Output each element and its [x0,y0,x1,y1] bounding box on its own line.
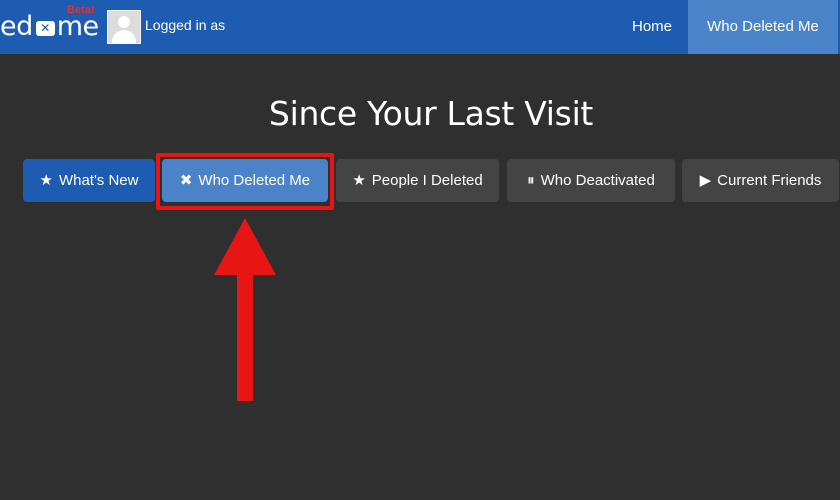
nav-who-deleted-me-link[interactable]: Who Deleted Me [688,0,838,54]
logo[interactable]: ed ✕ me Beta! [0,4,99,46]
logo-x-icon: ✕ [35,20,55,36]
logo-text-left: ed [0,11,33,42]
beta-badge: Beta! [67,4,95,16]
annotation-highlight-box [156,153,334,210]
tab-label: What's New [58,172,139,189]
tab-whats-new[interactable]: ★ What's New [23,159,155,202]
star-icon: ★ [352,172,366,189]
avatar-body-shape [112,30,136,43]
tab-label: People I Deleted [371,172,483,189]
pause-icon: ⏸ [527,172,535,189]
annotation-arrow-icon [214,218,276,401]
tab-people-i-deleted[interactable]: ★ People I Deleted [336,159,499,202]
star-icon: ★ [39,172,53,189]
nav-home-link[interactable]: Home [617,0,687,54]
logged-in-label: Logged in as [145,17,226,33]
page-title: Since Your Last Visit [268,94,594,133]
tab-label: Who Deactivated [540,172,655,189]
avatar[interactable] [107,10,141,44]
top-navbar: ed ✕ me Beta! Logged in as Home Who Dele… [0,0,840,54]
avatar-head-shape [118,16,130,28]
tab-who-deactivated[interactable]: ⏸ Who Deactivated [507,159,675,202]
tab-current-friends[interactable]: ▶ Current Friends [682,159,839,202]
play-icon: ▶ [699,172,712,189]
tab-label: Current Friends [717,172,822,189]
